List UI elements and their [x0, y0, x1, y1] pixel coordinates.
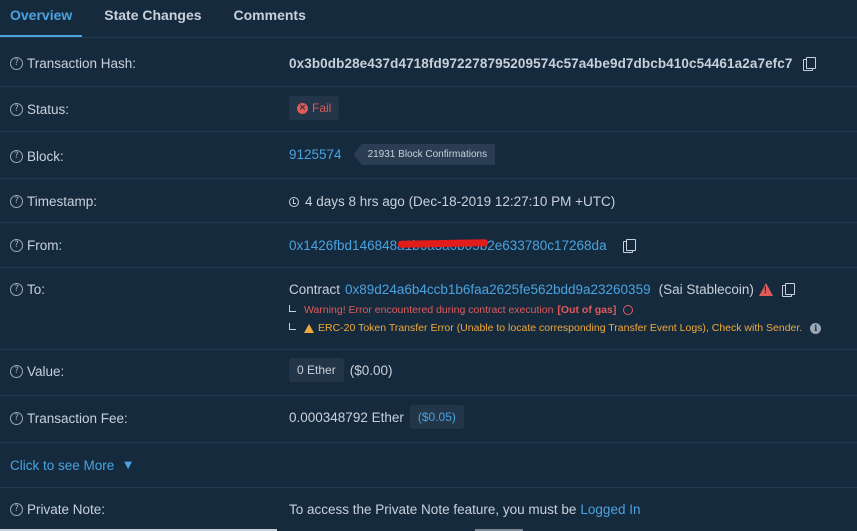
- elbow-connector: [289, 305, 296, 312]
- sad-face-icon: [623, 305, 634, 315]
- value-amount-badge: 0 Ether: [289, 358, 344, 382]
- row-to: ? To: Contract 0x89d24a6b4ccb1b6faa2625f…: [0, 268, 857, 350]
- elbow-connector: [289, 323, 296, 330]
- help-icon[interactable]: ?: [10, 365, 23, 378]
- fee-usd-badge: ($0.05): [409, 405, 464, 429]
- row-transaction-hash: ? Transaction Hash: 0x3b0db28e437d4718fd…: [0, 39, 857, 87]
- x-circle-icon: ×: [297, 102, 308, 114]
- copy-icon[interactable]: [781, 283, 795, 297]
- token-transfer-error: ERC-20 Token Transfer Error (Unable to l…: [318, 322, 803, 334]
- label-block: Block:: [27, 149, 64, 164]
- help-icon[interactable]: ?: [10, 503, 23, 516]
- to-contract-link[interactable]: 0x89d24a6b4ccb1b6faa2625fe562bdd9a232603…: [345, 282, 651, 297]
- tab-state-changes[interactable]: State Changes: [94, 7, 211, 37]
- info-icon[interactable]: i: [810, 322, 822, 334]
- help-icon[interactable]: ?: [10, 103, 23, 116]
- row-status: ? Status: × Fail: [0, 87, 857, 132]
- copy-icon[interactable]: [802, 57, 816, 71]
- fee-amount: 0.000348792 Ether: [289, 409, 404, 425]
- warning-icon: [758, 283, 773, 296]
- help-icon[interactable]: ?: [10, 283, 23, 296]
- status-badge: × Fail: [289, 96, 340, 120]
- clock-icon: [289, 196, 299, 207]
- status-value: Fail: [312, 101, 332, 115]
- private-note-text: To access the Private Note feature, you …: [289, 502, 577, 517]
- click-more-label: Click to see More: [10, 458, 115, 473]
- label-transaction-fee: Transaction Fee:: [27, 411, 128, 426]
- label-timestamp: Timestamp:: [27, 194, 98, 209]
- warning-icon: [304, 323, 314, 333]
- label-to: To:: [27, 282, 46, 297]
- tab-bar: Overview State Changes Comments: [0, 0, 857, 38]
- help-icon[interactable]: ?: [10, 412, 23, 425]
- label-from: From:: [27, 238, 63, 253]
- help-icon[interactable]: ?: [10, 239, 23, 252]
- label-value: Value:: [27, 364, 65, 379]
- label-private-note: Private Note:: [27, 502, 106, 517]
- out-of-gas-label: [Out of gas]: [557, 304, 617, 316]
- row-timestamp: ? Timestamp: 4 days 8 hrs ago (Dec-18-20…: [0, 179, 857, 223]
- tab-comments[interactable]: Comments: [224, 7, 316, 37]
- value-usd: ($0.00): [349, 362, 393, 378]
- copy-icon[interactable]: [622, 239, 636, 253]
- click-to-see-more-link[interactable]: Click to see More ▼: [10, 458, 132, 473]
- help-icon[interactable]: ?: [10, 195, 23, 208]
- row-value: ? Value: 0 Ether ($0.00): [0, 350, 857, 396]
- row-transaction-fee: ? Transaction Fee: 0.000348792 Ether ($0…: [0, 396, 857, 443]
- logged-in-link[interactable]: Logged In: [580, 502, 640, 517]
- label-transaction-hash: Transaction Hash:: [27, 56, 137, 71]
- row-block: ? Block: 9125574 21931 Block Confirmatio…: [0, 132, 857, 179]
- help-icon[interactable]: ?: [10, 150, 23, 163]
- help-icon[interactable]: ?: [10, 57, 23, 70]
- contract-name: (Sai Stablecoin): [658, 282, 754, 297]
- chevron-down-icon: ▼: [124, 460, 132, 471]
- label-status: Status:: [27, 102, 70, 117]
- tab-overview[interactable]: Overview: [0, 7, 83, 37]
- timestamp-value: 4 days 8 hrs ago (Dec-18-2019 12:27:10 P…: [305, 194, 616, 209]
- transaction-hash-value: 0x3b0db28e437d4718fd972278795209574c57a4…: [289, 56, 793, 71]
- block-number-link[interactable]: 9125574: [289, 147, 342, 162]
- execution-warning: Warning! Error encountered during contra…: [304, 304, 554, 316]
- confirmations-badge: 21931 Block Confirmations: [353, 144, 496, 165]
- contract-prefix: Contract: [289, 282, 341, 297]
- row-private-note: ? Private Note: To access the Private No…: [0, 488, 857, 531]
